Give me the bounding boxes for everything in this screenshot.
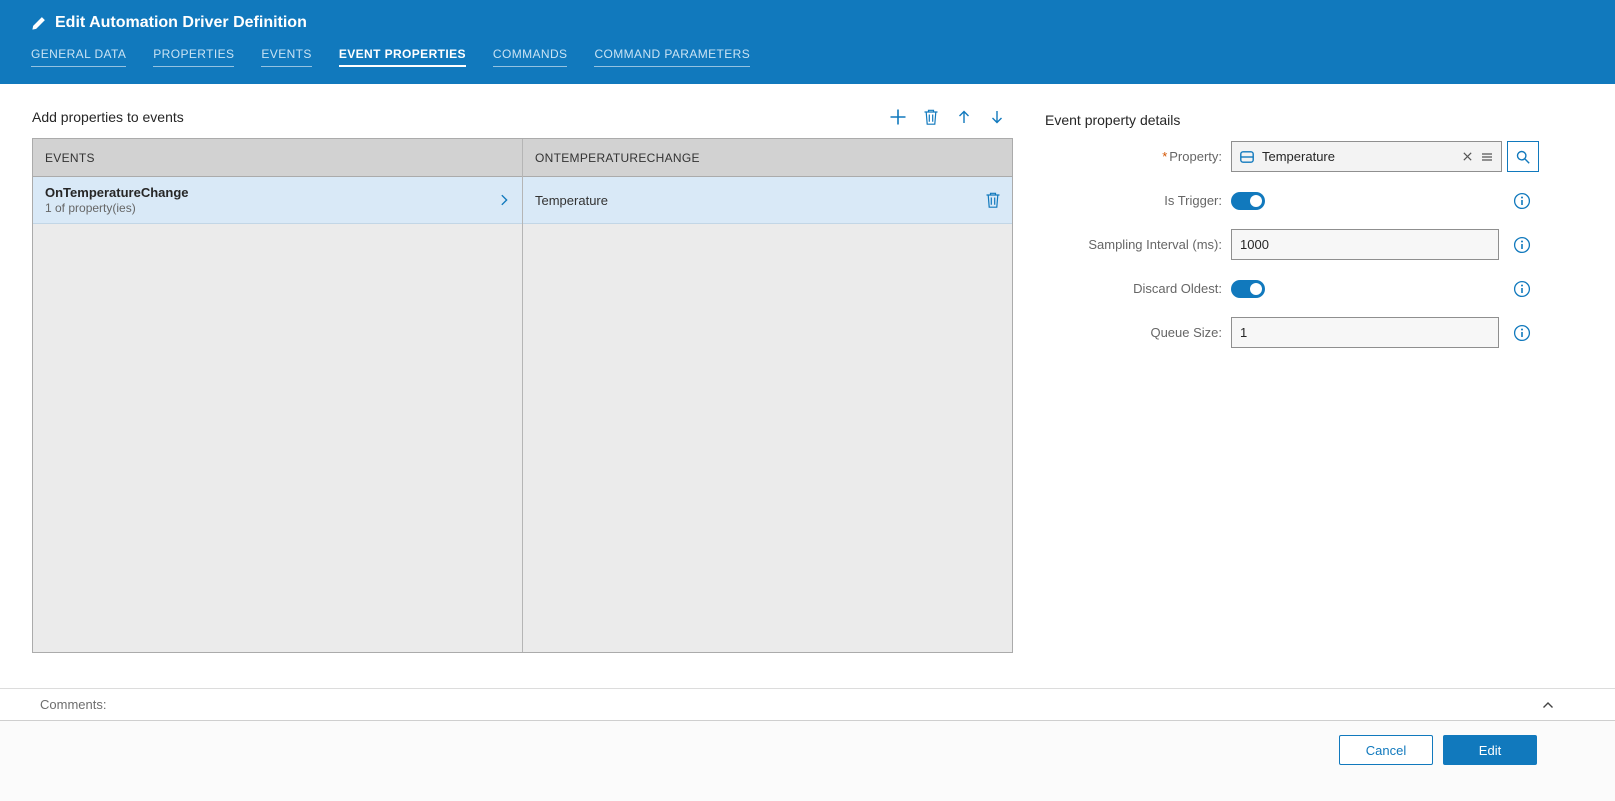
- property-search-button[interactable]: [1507, 141, 1539, 172]
- events-table: EVENTS OnTemperatureChange 1 of property…: [32, 138, 1013, 653]
- property-control: Temperature: [1231, 141, 1539, 172]
- discard-oldest-field-row: Discard Oldest:: [1045, 273, 1539, 304]
- details-panel-title: Event property details: [1045, 110, 1539, 130]
- dialog-title: Edit Automation Driver Definition: [55, 14, 307, 32]
- events-column: EVENTS OnTemperatureChange 1 of property…: [33, 139, 523, 652]
- add-button[interactable]: [888, 107, 908, 127]
- sampling-interval-input[interactable]: [1231, 229, 1499, 260]
- collapse-icon: [1541, 698, 1555, 712]
- event-property-name: Temperature: [535, 193, 608, 208]
- tab-properties[interactable]: PROPERTIES: [153, 47, 234, 67]
- edit-pencil-icon: [31, 16, 46, 31]
- comments-label: Comments:: [40, 697, 106, 712]
- event-name: OnTemperatureChange: [45, 185, 189, 201]
- discard-oldest-control: [1231, 280, 1539, 298]
- is-trigger-label: Is Trigger:: [1045, 193, 1231, 208]
- tab-general-data[interactable]: GENERAL DATA: [31, 47, 126, 67]
- property-value: Temperature: [1262, 149, 1455, 164]
- tab-events[interactable]: EVENTS: [261, 47, 311, 67]
- discard-oldest-toggle[interactable]: [1231, 280, 1265, 298]
- details-form: *Property: Temperature: [1045, 141, 1539, 348]
- add-icon: [889, 108, 907, 126]
- move-up-button[interactable]: [954, 107, 974, 127]
- clear-icon: [1462, 151, 1473, 162]
- queue-size-label: Queue Size:: [1045, 325, 1231, 340]
- property-type-icon: [1239, 149, 1255, 165]
- tab-bar: GENERAL DATA PROPERTIES EVENTS EVENT PRO…: [31, 47, 1615, 67]
- property-selector[interactable]: Temperature: [1231, 141, 1502, 172]
- move-down-button[interactable]: [987, 107, 1007, 127]
- clear-property-button[interactable]: [1462, 151, 1473, 162]
- sampling-interval-info-button[interactable]: [1513, 236, 1531, 254]
- row-delete-button[interactable]: [985, 191, 1001, 209]
- row-delete-icon: [985, 191, 1001, 209]
- dialog-footer: Cancel Edit: [0, 721, 1615, 801]
- is-trigger-info-button[interactable]: [1513, 192, 1531, 210]
- event-row[interactable]: OnTemperatureChange 1 of property(ies): [33, 177, 522, 224]
- sampling-interval-label: Sampling Interval (ms):: [1045, 237, 1231, 252]
- events-panel-head: Add properties to events: [32, 104, 1013, 130]
- chevron-right-icon: [497, 193, 511, 207]
- event-row-text: OnTemperatureChange 1 of property(ies): [45, 185, 189, 216]
- info-icon: [1513, 280, 1531, 298]
- dialog-header: Edit Automation Driver Definition GENERA…: [0, 0, 1615, 84]
- events-column-header: EVENTS: [33, 139, 522, 177]
- tab-command-parameters[interactable]: COMMAND PARAMETERS: [594, 47, 750, 67]
- comments-bar: Comments:: [0, 688, 1615, 721]
- event-properties-column-header: ONTEMPERATURECHANGE: [523, 139, 1012, 177]
- search-icon: [1515, 149, 1531, 165]
- move-down-icon: [989, 109, 1005, 125]
- tab-event-properties[interactable]: EVENT PROPERTIES: [339, 47, 466, 67]
- sampling-interval-field-row: Sampling Interval (ms):: [1045, 229, 1539, 260]
- info-icon: [1513, 192, 1531, 210]
- cancel-button[interactable]: Cancel: [1339, 735, 1433, 765]
- queue-size-field-row: Queue Size:: [1045, 317, 1539, 348]
- event-property-row[interactable]: Temperature: [523, 177, 1012, 224]
- move-up-icon: [956, 109, 972, 125]
- is-trigger-control: [1231, 192, 1539, 210]
- queue-size-info-button[interactable]: [1513, 324, 1531, 342]
- discard-oldest-info-button[interactable]: [1513, 280, 1531, 298]
- info-icon: [1513, 324, 1531, 342]
- edit-button[interactable]: Edit: [1443, 735, 1537, 765]
- event-properties-column: ONTEMPERATURECHANGE Temperature: [523, 139, 1012, 652]
- events-panel-title: Add properties to events: [32, 109, 184, 125]
- toggle-knob: [1250, 283, 1262, 295]
- event-property-count: 1 of property(ies): [45, 201, 189, 216]
- event-property-details-panel: Event property details *Property: Temper…: [1045, 110, 1539, 348]
- comments-collapse-button[interactable]: [1541, 698, 1555, 712]
- events-toolbar: [888, 107, 1013, 127]
- discard-oldest-label: Discard Oldest:: [1045, 281, 1231, 296]
- queue-size-control: [1231, 317, 1539, 348]
- tab-commands[interactable]: COMMANDS: [493, 47, 568, 67]
- sampling-interval-control: [1231, 229, 1539, 260]
- event-properties-column-empty-area: [523, 224, 1012, 652]
- queue-size-input[interactable]: [1231, 317, 1499, 348]
- options-icon: [1480, 150, 1494, 164]
- events-column-empty-area: [33, 224, 522, 652]
- property-label: *Property:: [1045, 149, 1231, 164]
- required-marker: *: [1162, 149, 1167, 164]
- delete-button[interactable]: [921, 107, 941, 127]
- delete-icon: [923, 108, 939, 126]
- events-panel: Add properties to events: [32, 104, 1013, 653]
- is-trigger-toggle[interactable]: [1231, 192, 1265, 210]
- dialog-title-row: Edit Automation Driver Definition: [31, 11, 1615, 35]
- property-options-button[interactable]: [1480, 150, 1494, 164]
- info-icon: [1513, 236, 1531, 254]
- property-field-row: *Property: Temperature: [1045, 141, 1539, 172]
- is-trigger-field-row: Is Trigger:: [1045, 185, 1539, 216]
- toggle-knob: [1250, 195, 1262, 207]
